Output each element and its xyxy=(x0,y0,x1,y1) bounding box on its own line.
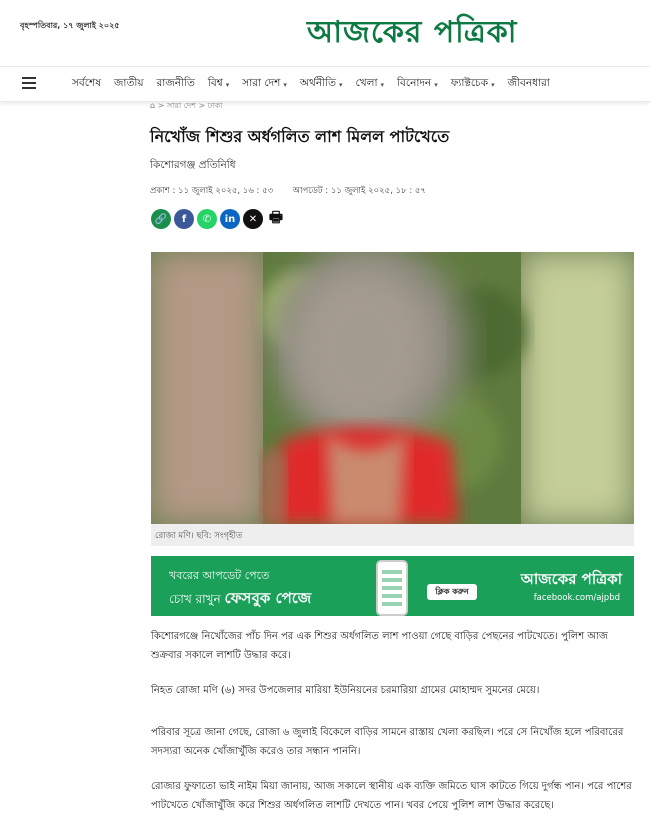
banner-facebook-label: ফেসবুক পেজে xyxy=(224,589,312,607)
site-header: বৃহস্পতিবার, ১৭ জুলাই ২০২৫ আজকের পত্রিকা xyxy=(0,0,650,58)
nav-item[interactable]: রাজনীতি xyxy=(157,76,195,93)
x-icon[interactable]: ✕ xyxy=(243,209,263,229)
chevron-down-icon: ▾ xyxy=(380,80,385,89)
phone-icon xyxy=(376,560,408,616)
nav-item[interactable]: বিনোদন ▾ xyxy=(397,76,438,93)
facebook-icon[interactable]: f xyxy=(174,209,194,229)
article-author[interactable]: কিশোরগঞ্জ প্রতিনিধি xyxy=(150,158,236,175)
updated-time: আপডেট : ১১ জুলাই ২০২৫, ১৮ : ৫৭ xyxy=(292,186,426,196)
article-image xyxy=(151,252,634,524)
chevron-down-icon: ▾ xyxy=(338,80,343,89)
published-time: প্রকাশ : ১১ জুলাই ২০২৫, ১৬ : ৫৩ xyxy=(150,186,274,196)
site-logo[interactable]: আজকের পত্রিকা xyxy=(307,8,518,59)
nav-item[interactable]: জীবনধারা xyxy=(508,76,550,93)
nav-item[interactable]: অর্থনীতি ▾ xyxy=(300,76,343,93)
chevron-down-icon: ▾ xyxy=(434,80,438,89)
nav-item[interactable]: সর্বশেষ xyxy=(72,76,101,93)
article-image-graphic xyxy=(151,252,634,524)
breadcrumb-item[interactable]: সারা দেশ xyxy=(167,101,196,110)
whatsapp-icon[interactable]: ✆ xyxy=(197,209,217,229)
linkedin-icon[interactable]: in xyxy=(220,209,240,229)
article-paragraph: রোজার ফুফাতো ভাই নাইম মিয়া জানায়, আজ স… xyxy=(151,781,632,811)
current-date: বৃহস্পতিবার, ১৭ জুলাই ২০২৫ xyxy=(20,21,120,30)
home-icon[interactable]: ⌂ xyxy=(150,101,155,110)
menu-icon[interactable] xyxy=(22,77,36,89)
banner-url: facebook.com/ajpbd xyxy=(533,593,620,603)
print-icon[interactable]: 🖶 xyxy=(266,208,286,229)
nav-item[interactable]: বিশ্ব ▾ xyxy=(208,76,229,93)
chevron-down-icon: ▾ xyxy=(225,80,230,89)
nav-item[interactable]: সারা দেশ ▾ xyxy=(242,76,287,93)
breadcrumb: ⌂ > সারা দেশ > ঢাকা xyxy=(150,101,223,110)
chevron-down-icon: ▾ xyxy=(283,80,287,89)
main-nav: সর্বশেষ জাতীয় রাজনীতি বিশ্ব ▾ সারা দেশ ▾ অর্থন… xyxy=(0,66,650,102)
breadcrumb-item[interactable]: ঢাকা xyxy=(208,101,223,110)
nav-items: সর্বশেষ জাতীয় রাজনীতি বিশ্ব ▾ সারা দেশ ▾ অর্থন… xyxy=(72,76,563,93)
banner-line2: চোখ রাখুন ফেসবুক পেজে xyxy=(169,589,312,607)
nav-item[interactable]: খেলা ▾ xyxy=(355,76,384,93)
facebook-follow-banner[interactable]: খবরের আপডেট পেতে চোখ রাখুন ফেসবুক পেজে ক… xyxy=(151,556,634,616)
article-meta: প্রকাশ : ১১ জুলাই ২০২৫, ১৬ : ৫৩ আপডেট : … xyxy=(150,184,426,198)
link-icon[interactable]: 🔗 xyxy=(151,209,171,229)
nav-item[interactable]: জাতীয় xyxy=(114,76,144,93)
banner-line1: খবরের আপডেট পেতে xyxy=(169,569,270,582)
article-paragraph: নিহত রোজা মণি (৬) সদর উপজেলার মারিয়া ইউ… xyxy=(151,685,540,696)
image-caption: রোজা মণি। ছবি: সংগৃহীত xyxy=(151,524,634,546)
article-paragraph: কিশোরগঞ্জে নিখোঁজের পাঁচ দিন পর এক শিশুর… xyxy=(151,631,608,661)
click-button[interactable]: ক্লিক করুন xyxy=(427,584,477,600)
article-paragraph: পরিবার সূত্রে জানা গেছে, রোজা ৬ জুলাই বি… xyxy=(151,727,624,757)
share-bar: 🔗 f ✆ in ✕ 🖶 xyxy=(151,208,286,229)
nav-item[interactable]: ফ্যাক্টচেক ▾ xyxy=(451,76,495,93)
banner-logo: আজকের পত্রিকা xyxy=(520,570,622,588)
article-headline: নিখোঁজ শিশুর অর্ধগলিত লাশ মিলল পাটখেতে xyxy=(150,127,450,146)
chevron-down-icon: ▾ xyxy=(491,80,495,89)
